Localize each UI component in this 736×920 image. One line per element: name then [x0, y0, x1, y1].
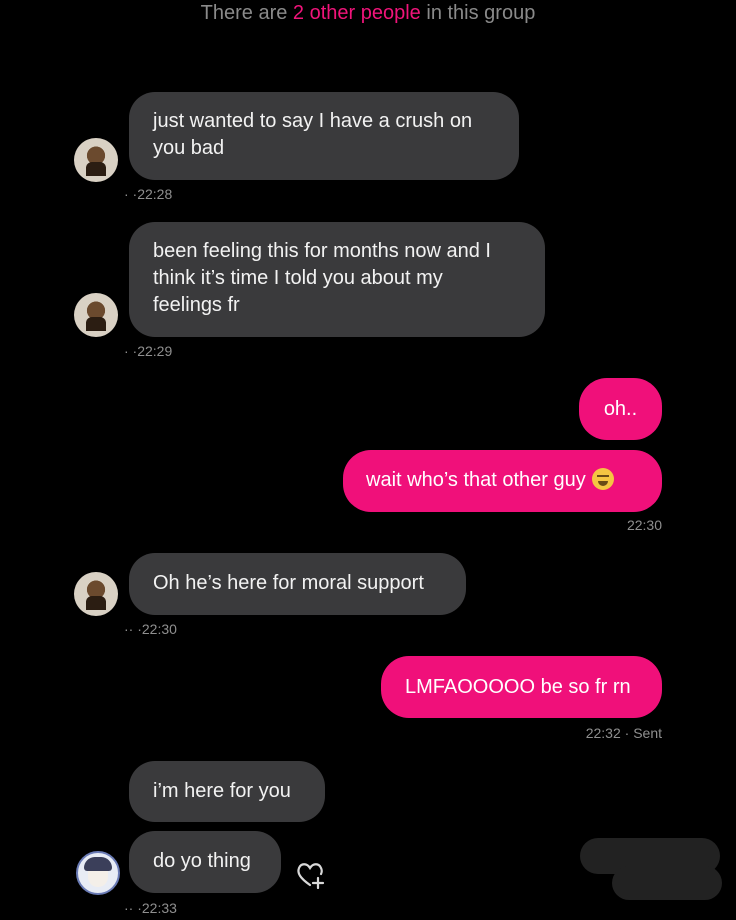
message-text: you bad — [153, 137, 225, 159]
message-bubble[interactable]: just wanted to say I have a crush on you… — [129, 92, 519, 180]
sender-avatar[interactable] — [74, 293, 118, 337]
banner-suffix: in this group — [420, 2, 536, 24]
message-bubble[interactable]: i’m here for you — [129, 761, 325, 822]
crying-face-emoji-icon — [591, 468, 614, 490]
message-text: just wanted to say I have a crush on — [153, 110, 473, 132]
message-timestamp: · ·22:28 — [124, 186, 173, 202]
message-bubble[interactable]: Oh he’s here for moral support — [129, 553, 466, 615]
message-text: oh.. — [603, 398, 638, 420]
banner-prefix: There are — [200, 2, 293, 24]
message-bubble-sent[interactable]: wait who’s that other guy — [343, 450, 662, 512]
message-text: feelings fr — [153, 294, 240, 316]
group-info-banner: There are 2 other people in this group — [0, 0, 736, 26]
message-bubble-sent[interactable]: oh.. — [579, 378, 662, 440]
message-timestamp: ·· ·22:33 — [124, 900, 177, 916]
message-timestamp: 22:30 — [626, 517, 662, 533]
message-text: do yo thing — [153, 850, 251, 872]
message-bubble-sent[interactable]: LMFAOOOOO be so fr rn — [381, 656, 662, 718]
message-bubble[interactable]: been feeling this for months now and I t… — [129, 222, 545, 337]
message-text: wait who’s that other guy — [366, 469, 586, 491]
sender-avatar[interactable] — [76, 851, 120, 895]
message-bubble[interactable]: do yo thing — [129, 831, 281, 893]
message-text: LMFAOOOOO be so fr rn — [405, 676, 631, 698]
message-text: i’m here for you — [153, 780, 291, 802]
sender-avatar[interactable] — [74, 572, 118, 616]
redaction-scribble — [612, 866, 722, 900]
message-text: Oh he’s here for moral support — [153, 572, 424, 594]
message-timestamp: · ·22:29 — [124, 343, 173, 359]
message-text: been feeling this for months now and I — [153, 240, 491, 262]
other-people-link[interactable]: 2 other people — [293, 2, 421, 24]
heart-plus-icon[interactable] — [296, 861, 326, 889]
message-status-timestamp: 22:32 · Sent — [585, 725, 662, 741]
message-timestamp: ·· ·22:30 — [124, 621, 177, 637]
message-text: think it’s time I told you about my — [153, 267, 443, 289]
sender-avatar[interactable] — [74, 138, 118, 182]
